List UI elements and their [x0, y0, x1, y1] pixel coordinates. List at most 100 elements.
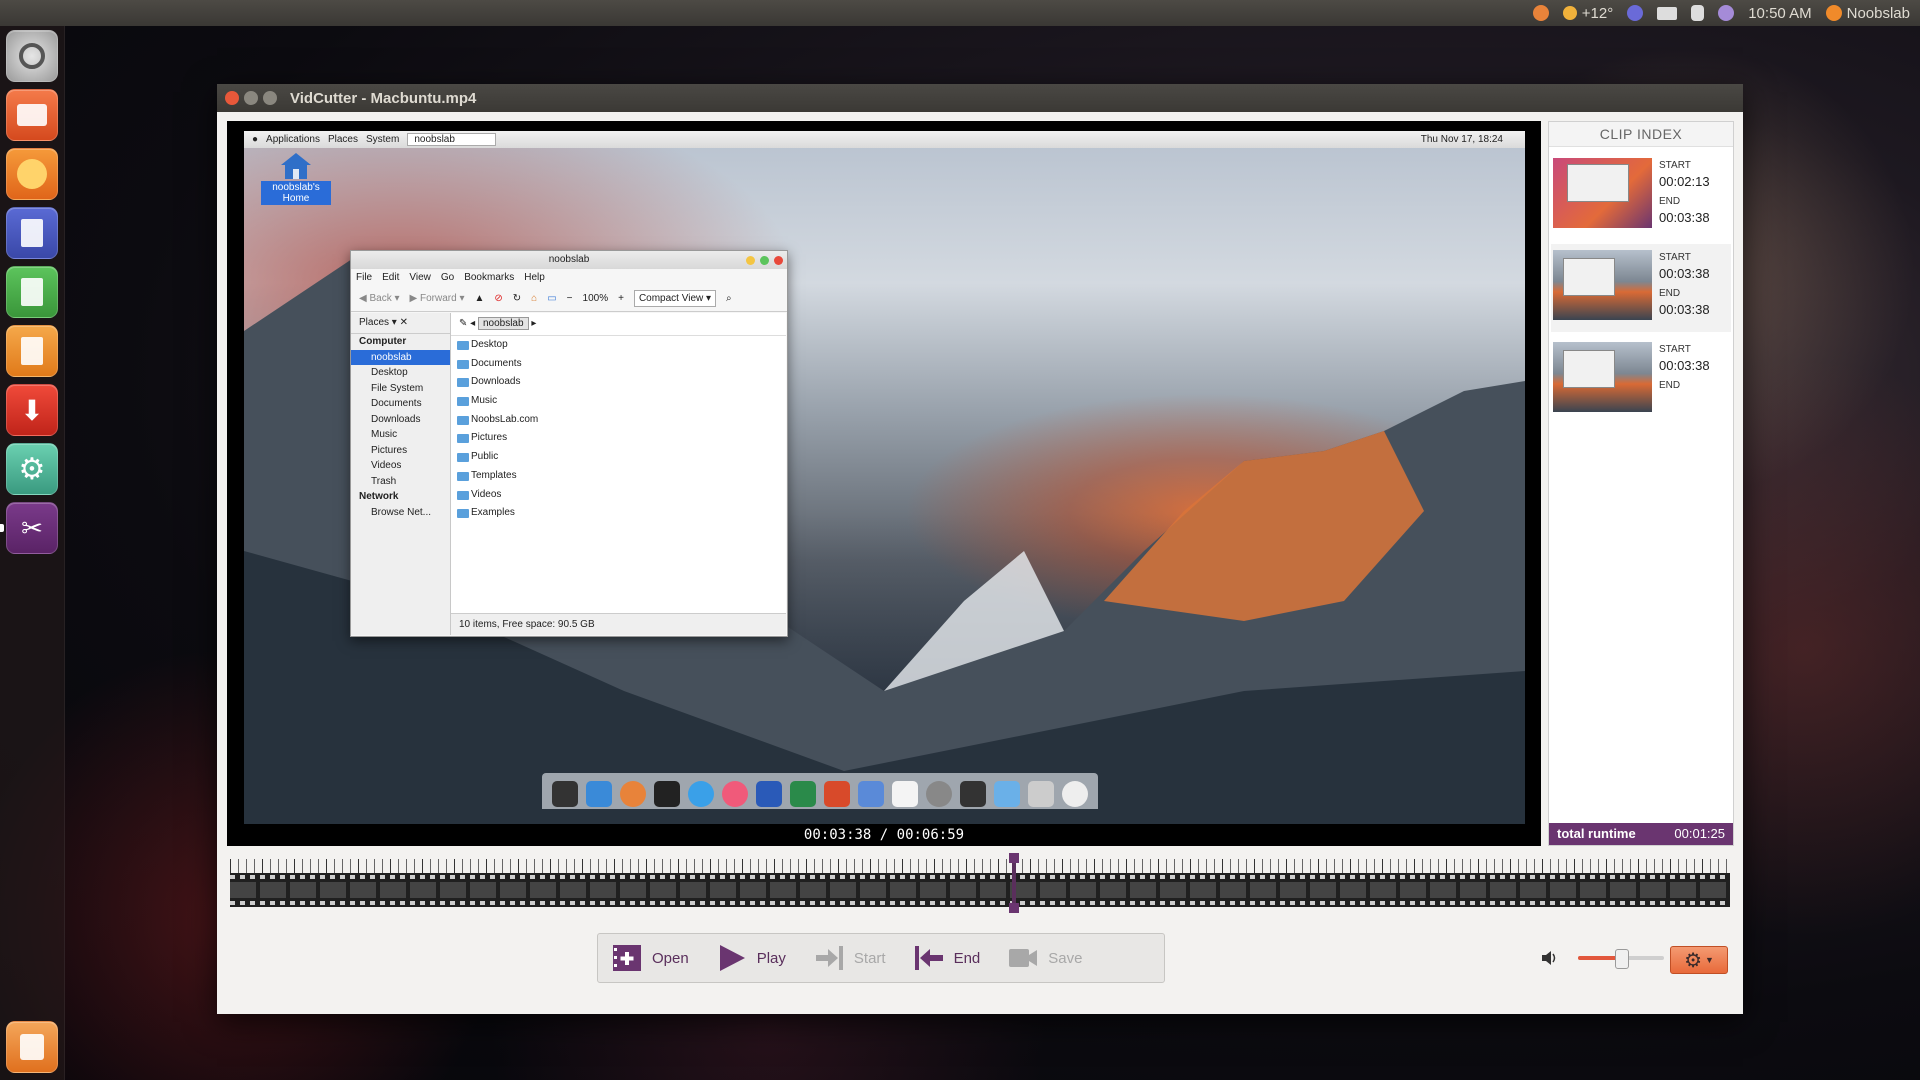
fm-statusbar: 10 items, Free space: 90.5 GB	[451, 613, 786, 635]
volume-knob[interactable]	[1615, 949, 1629, 969]
end-button[interactable]: End	[914, 944, 980, 972]
clip-item[interactable]: START 00:03:38 END	[1551, 336, 1731, 424]
timeline-slider[interactable]	[230, 853, 1730, 913]
speaker-icon	[1718, 5, 1735, 21]
end-marker-icon	[914, 944, 944, 972]
fm-side-item: Music	[371, 429, 398, 440]
launcher-software-button[interactable]: ⬇	[6, 384, 58, 436]
fm-side-item: File System	[371, 382, 424, 394]
fm-title-bar: noobslab	[351, 251, 787, 269]
keyboard-indicator[interactable]	[1657, 6, 1678, 20]
guest-menu-system: System	[365, 134, 400, 145]
title-bar: VidCutter - Macbuntu.mp4	[217, 84, 1743, 112]
close-button[interactable]	[225, 91, 239, 105]
dock-settings-icon	[926, 781, 952, 807]
folder-icon	[457, 415, 469, 425]
launcher-dash-button[interactable]	[6, 30, 58, 82]
sound-indicator[interactable]	[1718, 5, 1735, 21]
house-icon	[281, 153, 311, 179]
maximize-button[interactable]	[263, 91, 277, 105]
fm-folder-item: Documents	[451, 355, 786, 374]
fm-home-icon: ⌂	[531, 292, 538, 304]
fm-folder-item: Videos	[451, 486, 786, 505]
launcher-impress-button[interactable]	[6, 325, 58, 377]
fm-back: ◀ Back ▾	[359, 292, 400, 304]
fm-side-item: noobslab	[351, 349, 450, 365]
fm-side-item: Browse Net...	[371, 506, 432, 518]
launcher-firefox-button[interactable]	[6, 148, 58, 200]
fm-maximize-icon	[760, 256, 769, 265]
clip-end-label: END	[1659, 380, 1681, 391]
clip-item[interactable]: START 00:02:13 END 00:03:38	[1551, 152, 1731, 240]
start-label: Start	[853, 949, 886, 967]
play-label: Play	[756, 949, 786, 967]
guest-menu-places: Places	[327, 134, 358, 145]
fm-folder-item: Music	[451, 392, 786, 411]
update-icon	[1532, 5, 1549, 21]
launcher-calc-button[interactable]	[6, 266, 58, 318]
open-button[interactable]: Open	[612, 944, 689, 972]
fm-up-icon: ▲	[474, 292, 485, 304]
fm-toolbar: ◀ Back ▾ ▶ Forward ▾ ▲ ⊘ ↻ ⌂ ▭ − 100% + …	[351, 285, 787, 312]
fm-side-item: Network	[359, 491, 399, 502]
thumb-window	[1567, 164, 1629, 202]
settings-menu-button[interactable]: ⚙ ▼	[1670, 946, 1728, 974]
clock[interactable]: 10:50 AM	[1748, 5, 1811, 22]
fm-zoom-in-icon: +	[618, 292, 624, 304]
guest-location-field: noobslab	[407, 133, 496, 146]
dock-excel-icon	[790, 781, 816, 807]
volume-slider[interactable]	[1578, 949, 1664, 969]
firefox-icon	[17, 159, 47, 189]
clipboard-indicator[interactable]	[1691, 5, 1705, 21]
fm-menu-edit: Edit	[382, 271, 400, 283]
clip-index-panel: CLIP INDEX START 00:02:13 END 00:03:38 S…	[1548, 121, 1734, 846]
clip-item[interactable]: START 00:03:38 END 00:03:38	[1551, 244, 1731, 332]
user-menu[interactable]: Noobslab	[1825, 5, 1910, 22]
chevron-down-icon: ▼	[1705, 955, 1714, 965]
launcher-settings-button[interactable]: ⚙	[6, 443, 58, 495]
save-button[interactable]: Save	[1008, 944, 1082, 972]
folder-icon	[457, 453, 469, 463]
ubuntu-logo-icon	[19, 43, 45, 69]
top-panel: +12° 10:50 AM Noobslab	[0, 0, 1920, 26]
launcher-vidcutter-button[interactable]: ✂	[6, 502, 58, 554]
fm-reload-icon: ↻	[512, 292, 522, 304]
guest-file-manager: noobslab File Edit View Go Bookmarks Hel…	[350, 250, 788, 637]
fm-close-icon	[774, 256, 783, 265]
update-indicator[interactable]	[1532, 5, 1549, 21]
weather-indicator[interactable]: +12°	[1562, 5, 1613, 22]
network-indicator[interactable]	[1627, 5, 1644, 21]
launcher-writer-button[interactable]	[6, 207, 58, 259]
film-perforations-top	[230, 875, 1730, 879]
folder-icon	[457, 397, 469, 407]
total-runtime-value: 00:01:25	[1674, 826, 1725, 841]
dock-firefox-icon	[620, 781, 646, 807]
minimize-button[interactable]	[244, 91, 258, 105]
start-button[interactable]: Start	[814, 944, 886, 972]
dock-console-icon	[654, 781, 680, 807]
thumb-window	[1563, 350, 1615, 388]
dock-monitor-icon	[960, 781, 986, 807]
wifi-icon	[1627, 5, 1644, 21]
total-runtime-bar: total runtime 00:01:25	[1549, 823, 1733, 845]
volume-icon[interactable]	[1541, 950, 1559, 966]
launcher-files-button[interactable]	[6, 89, 58, 141]
fm-folder-item: Desktop	[451, 336, 786, 355]
scissors-icon: ✂	[21, 512, 43, 543]
dock-calendar-icon	[892, 781, 918, 807]
clip-start-time: 00:03:38	[1659, 358, 1710, 373]
fm-folder-item: NoobsLab.com	[451, 411, 786, 430]
video-player[interactable]: ● Applications Places System noobslab Th…	[227, 121, 1541, 846]
spreadsheet-icon	[21, 278, 43, 306]
trash-icon	[20, 1034, 44, 1060]
dock-powerpoint-icon	[824, 781, 850, 807]
launcher-trash-button[interactable]	[6, 1021, 58, 1073]
dock-finder-icon	[586, 781, 612, 807]
fm-computer-icon: ▭	[547, 292, 557, 304]
timeline-cursor-handle[interactable]	[1009, 853, 1019, 913]
keyboard-icon	[1657, 6, 1678, 20]
fm-folder-item: Downloads	[451, 373, 786, 392]
dock-word-icon	[756, 781, 782, 807]
play-button[interactable]: Play	[717, 944, 786, 972]
fm-side-item: Computer	[359, 336, 407, 347]
